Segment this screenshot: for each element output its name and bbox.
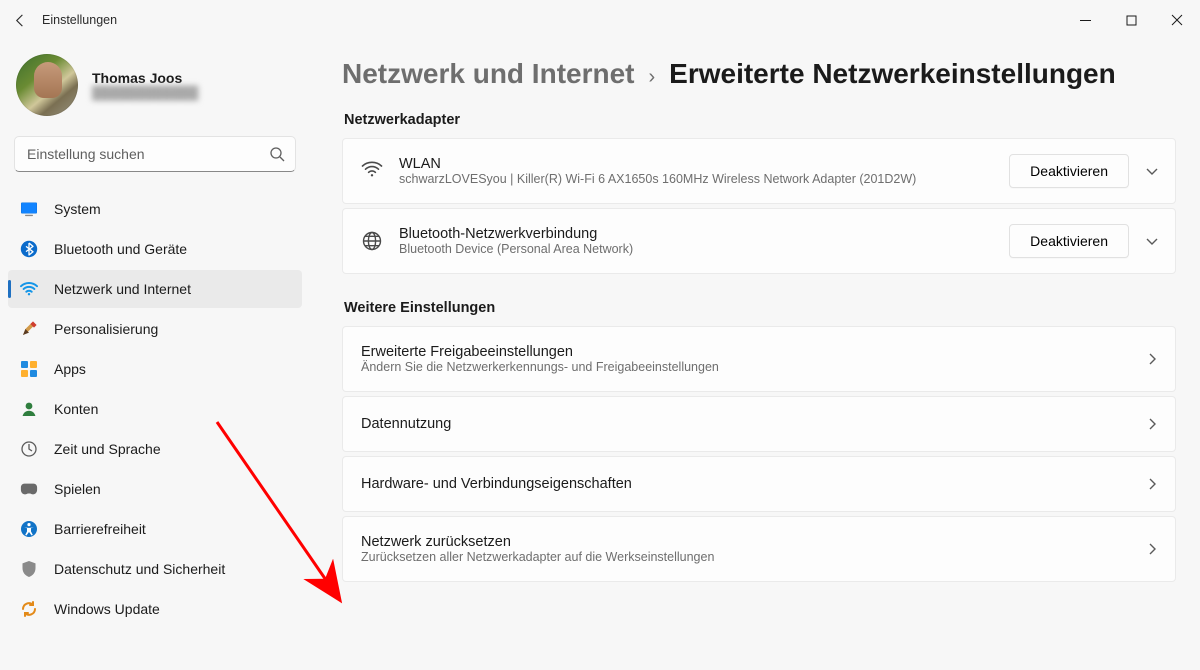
sidebar-item-privacy[interactable]: Datenschutz und Sicherheit — [8, 550, 302, 588]
close-button[interactable] — [1154, 0, 1200, 40]
setting-subtitle: Ändern Sie die Netzwerkerkennungs- und F… — [361, 360, 1129, 374]
breadcrumb-prev[interactable]: Netzwerk und Internet — [342, 58, 634, 90]
shield-icon — [20, 560, 38, 578]
sidebar-item-network[interactable]: Netzwerk und Internet — [8, 270, 302, 308]
sidebar-item-time-language[interactable]: Zeit und Sprache — [8, 430, 302, 468]
deactivate-button[interactable]: Deaktivieren — [1009, 154, 1129, 188]
profile-name: Thomas Joos — [92, 70, 198, 86]
sidebar: Thomas Joos ████████████ System Bluetoot… — [0, 40, 310, 670]
sidebar-item-label: Spielen — [54, 481, 101, 497]
sidebar-item-system[interactable]: System — [8, 190, 302, 228]
profile-block[interactable]: Thomas Joos ████████████ — [8, 40, 302, 132]
further-settings-list: Erweiterte Freigabeeinstellungen Ändern … — [342, 326, 1176, 582]
adapter-title: Bluetooth-Netzwerkverbindung — [399, 226, 993, 242]
paintbrush-icon — [20, 320, 38, 338]
sidebar-item-label: Windows Update — [54, 601, 160, 617]
sidebar-item-label: Apps — [54, 361, 86, 377]
section-title-adapters: Netzwerkadapter — [344, 112, 1176, 128]
search-input[interactable] — [27, 146, 269, 162]
adapter-bluetooth[interactable]: Bluetooth-Netzwerkverbindung Bluetooth D… — [342, 208, 1176, 274]
window-buttons — [1062, 0, 1200, 40]
wifi-icon — [361, 160, 383, 182]
adapter-subtitle: schwarzLOVESyou | Killer(R) Wi-Fi 6 AX16… — [399, 172, 993, 186]
search-box[interactable] — [14, 136, 296, 172]
deactivate-button[interactable]: Deaktivieren — [1009, 224, 1129, 258]
sidebar-item-personalization[interactable]: Personalisierung — [8, 310, 302, 348]
setting-network-reset[interactable]: Netzwerk zurücksetzen Zurücksetzen aller… — [342, 516, 1176, 582]
sidebar-item-label: Zeit und Sprache — [54, 441, 161, 457]
chevron-right-icon: › — [648, 66, 655, 89]
adapter-wlan[interactable]: WLAN schwarzLOVESyou | Killer(R) Wi-Fi 6… — [342, 138, 1176, 204]
chevron-right-icon — [1145, 417, 1159, 431]
monitor-icon — [20, 200, 38, 218]
title-bar: Einstellungen — [0, 0, 1200, 40]
profile-email: ████████████ — [92, 86, 198, 100]
accessibility-icon — [20, 520, 38, 538]
adapter-subtitle: Bluetooth Device (Personal Area Network) — [399, 242, 993, 256]
maximize-button[interactable] — [1108, 0, 1154, 40]
update-icon — [20, 600, 38, 618]
settings-window: Einstellungen Thomas Joos ████████████ — [0, 0, 1200, 670]
wifi-icon — [20, 280, 38, 298]
chevron-down-icon[interactable] — [1145, 234, 1159, 248]
sidebar-item-gaming[interactable]: Spielen — [8, 470, 302, 508]
setting-sharing[interactable]: Erweiterte Freigabeeinstellungen Ändern … — [342, 326, 1176, 392]
chevron-right-icon — [1145, 542, 1159, 556]
setting-title: Hardware- und Verbindungseigenschaften — [361, 476, 1129, 492]
back-button[interactable] — [0, 0, 40, 40]
sidebar-item-bluetooth[interactable]: Bluetooth und Geräte — [8, 230, 302, 268]
person-icon — [20, 400, 38, 418]
network-adapter-list: WLAN schwarzLOVESyou | Killer(R) Wi-Fi 6… — [342, 138, 1176, 274]
section-title-further: Weitere Einstellungen — [344, 300, 1176, 316]
sidebar-item-label: Netzwerk und Internet — [54, 281, 191, 297]
setting-title: Netzwerk zurücksetzen — [361, 534, 1129, 550]
setting-data-usage[interactable]: Datennutzung — [342, 396, 1176, 452]
page-title: Erweiterte Netzwerkeinstellungen — [669, 58, 1116, 90]
app-title: Einstellungen — [42, 13, 117, 27]
adapter-title: WLAN — [399, 156, 993, 172]
sidebar-item-label: System — [54, 201, 101, 217]
sidebar-item-label: Konten — [54, 401, 98, 417]
minimize-button[interactable] — [1062, 0, 1108, 40]
apps-icon — [20, 360, 38, 378]
setting-title: Datennutzung — [361, 416, 1129, 432]
sidebar-item-windows-update[interactable]: Windows Update — [8, 590, 302, 628]
sidebar-item-label: Barrierefreiheit — [54, 521, 146, 537]
setting-title: Erweiterte Freigabeeinstellungen — [361, 344, 1129, 360]
chevron-right-icon — [1145, 352, 1159, 366]
gamepad-icon — [20, 480, 38, 498]
sidebar-item-accounts[interactable]: Konten — [8, 390, 302, 428]
search-icon — [269, 146, 285, 162]
breadcrumb: Netzwerk und Internet › Erweiterte Netzw… — [342, 58, 1176, 90]
bluetooth-icon — [20, 240, 38, 258]
sidebar-item-label: Personalisierung — [54, 321, 158, 337]
sidebar-item-accessibility[interactable]: Barrierefreiheit — [8, 510, 302, 548]
chevron-right-icon — [1145, 477, 1159, 491]
sidebar-item-label: Bluetooth und Geräte — [54, 241, 187, 257]
avatar — [16, 54, 78, 116]
bluetooth-network-icon — [361, 230, 383, 252]
main-content: Netzwerk und Internet › Erweiterte Netzw… — [310, 40, 1200, 670]
clock-globe-icon — [20, 440, 38, 458]
setting-hardware-properties[interactable]: Hardware- und Verbindungseigenschaften — [342, 456, 1176, 512]
chevron-down-icon[interactable] — [1145, 164, 1159, 178]
sidebar-item-label: Datenschutz und Sicherheit — [54, 561, 225, 577]
sidebar-nav: System Bluetooth und Geräte Netzwerk und… — [8, 190, 302, 628]
setting-subtitle: Zurücksetzen aller Netzwerkadapter auf d… — [361, 550, 1129, 564]
sidebar-item-apps[interactable]: Apps — [8, 350, 302, 388]
